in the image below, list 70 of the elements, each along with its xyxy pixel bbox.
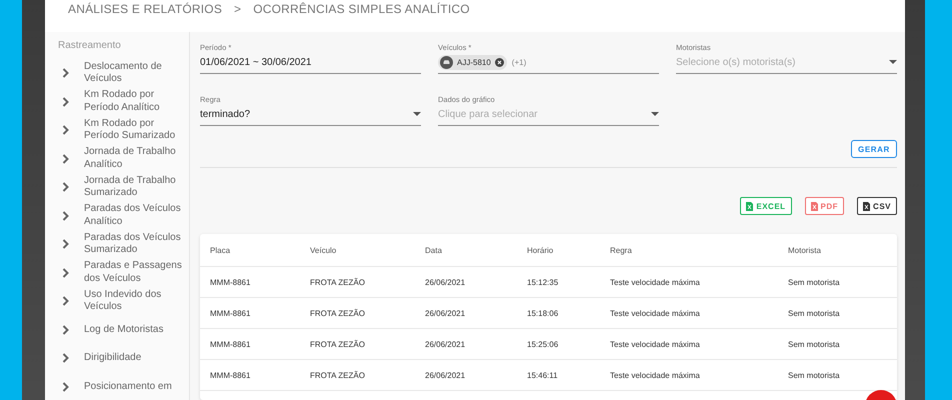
remove-icon[interactable]	[494, 58, 504, 66]
table-cell-text: MMM-8861	[210, 340, 252, 348]
file-icon	[746, 202, 754, 210]
table-cell-text: 26/06/2021	[425, 278, 466, 286]
sidebar-item[interactable]: Paradas dos Veículos Sumarizado	[45, 230, 189, 258]
car-icon	[440, 56, 453, 68]
chevron-right-icon	[62, 154, 70, 164]
breadcrumb-item[interactable]: ANÁLISES E RELATÓRIOS	[68, 2, 222, 16]
sidebar-item[interactable]: Paradas e Passagens dos Veículos	[45, 258, 189, 287]
chevron-right-icon	[62, 96, 70, 107]
table-cell-text: Teste velocidade máxima	[610, 370, 701, 380]
sidebar-item[interactable]: Uso Indevido dos Veículos	[45, 287, 189, 316]
dropdown-caret-icon[interactable]	[651, 112, 659, 116]
sidebar-item[interactable]: Paradas dos Veículos Analítico	[45, 202, 189, 230]
file-icon	[810, 202, 818, 210]
table-cell-text: 15:18:06	[527, 308, 560, 318]
chevron-right-icon	[62, 324, 70, 335]
table-cell-text: FROTA ZEZÃO	[310, 308, 366, 318]
table-cell-text: Teste velocidade máxima	[610, 340, 701, 348]
generate-button[interactable]: GERAR	[851, 140, 897, 158]
table-cell-text: MMM-8861	[210, 278, 252, 286]
chevron-right-icon	[62, 268, 70, 278]
table-cell-text: Teste velocidade máxima	[610, 278, 701, 286]
sidebar-item[interactable]: Jornada de Trabalho Sumarizado	[45, 173, 189, 202]
table-cell-text: Sem motorista	[788, 340, 841, 348]
sidebar-item[interactable]: Km Rodado por Período Analítico	[45, 88, 189, 116]
sidebar-item[interactable]: Posicionamento em	[45, 372, 189, 400]
dropdown-caret-icon[interactable]	[889, 60, 897, 64]
sidebar-item[interactable]: Log de Motoristas	[45, 316, 189, 344]
table-cell-text: 15:46:11	[527, 370, 559, 380]
column-header: Data	[425, 246, 443, 254]
sidebar-section-title: Rastreamento	[57, 40, 122, 51]
column-header: Motorista	[788, 246, 822, 254]
chevron-right-icon	[62, 353, 70, 364]
column-header: Placa	[210, 246, 232, 254]
table-cell-text: MMM-8861	[210, 370, 252, 380]
table-cell-text: Sem motorista	[788, 308, 841, 318]
export-button[interactable]: PDF	[804, 197, 844, 215]
table-cell-text: MMM-8861	[210, 308, 252, 318]
chevron-right-icon	[62, 296, 70, 306]
breadcrumb-item[interactable]: OCORRÊNCIAS SIMPLES ANALÍTICO	[253, 2, 470, 16]
export-button[interactable]: CSV	[857, 197, 897, 215]
dropdown-caret-icon[interactable]	[413, 112, 421, 116]
table-cell-text: FROTA ZEZÃO	[310, 340, 366, 348]
table-cell-text: 15:25:06	[527, 340, 560, 348]
table-cell-text: 15:12:35	[527, 278, 560, 286]
chevron-right-icon	[62, 125, 70, 136]
chevron-right-icon	[62, 68, 70, 78]
chevron-right-icon	[62, 210, 70, 221]
sidebar-item[interactable]: Km Rodado por Período Sumarizado	[45, 116, 189, 144]
table-cell-text: 26/06/2021	[425, 370, 466, 380]
table-cell-text: Teste velocidade máxima	[610, 308, 701, 318]
sidebar-item[interactable]: Dirigibilidade	[45, 344, 189, 372]
table-cell-text: FROTA ZEZÃO	[310, 278, 366, 286]
chevron-right-icon	[62, 182, 70, 192]
table-cell-text: FROTA ZEZÃO	[310, 370, 366, 380]
file-icon	[863, 202, 870, 210]
table-cell-text: Sem motorista	[788, 370, 841, 380]
table-cell-text: Sem motorista	[788, 278, 841, 286]
sidebar-item[interactable]: Jornada de Trabalho Analítico	[45, 144, 189, 173]
chevron-right-icon	[62, 382, 70, 392]
column-header: Regra	[610, 246, 633, 254]
breadcrumb-separator: >	[234, 2, 242, 16]
table-cell-text: 26/06/2021	[425, 308, 466, 318]
column-header: Horário	[527, 246, 554, 254]
vehicle-chip[interactable]: AJJ-5810	[438, 54, 507, 70]
table-cell-text: 26/06/2021	[425, 340, 466, 348]
sidebar-item[interactable]: Deslocamento de Veículos	[45, 59, 189, 88]
chevron-right-icon	[62, 239, 70, 250]
column-header: Veículo	[310, 246, 338, 254]
